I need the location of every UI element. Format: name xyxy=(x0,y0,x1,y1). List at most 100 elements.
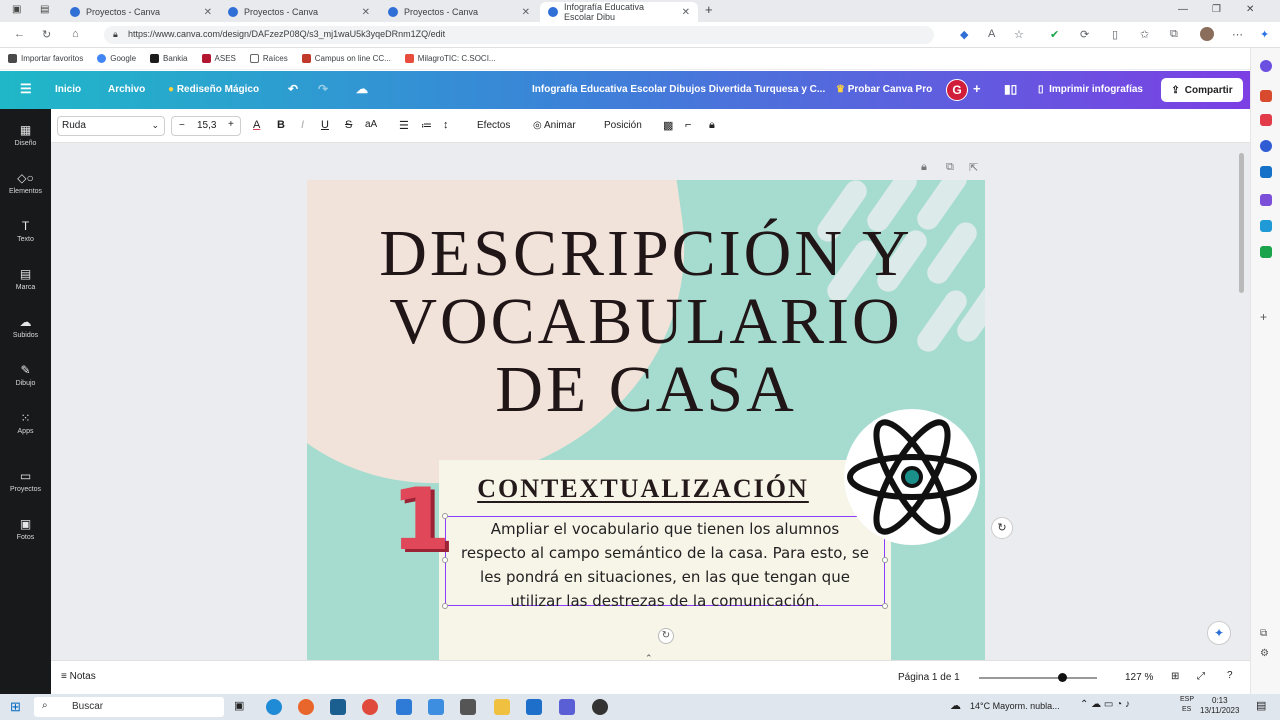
user-avatar[interactable]: G xyxy=(946,79,968,101)
app-icon[interactable] xyxy=(330,699,346,715)
resize-handle[interactable] xyxy=(442,603,448,609)
collapse-pages-icon[interactable]: ⌃ xyxy=(645,653,653,660)
close-tab-icon[interactable]: ✕ xyxy=(522,7,530,18)
url-field[interactable]: 🔒︎ https://www.canva.com/design/DAFzezP0… xyxy=(104,26,934,44)
search-sidebar-icon[interactable] xyxy=(1260,60,1272,72)
chrome-app-icon[interactable] xyxy=(362,699,378,715)
hamburger-menu-icon[interactable]: ☰ xyxy=(20,81,32,97)
maximize-icon[interactable]: ❐ xyxy=(1212,4,1221,15)
add-collaborator-icon[interactable]: + xyxy=(973,81,981,96)
close-tab-icon[interactable]: ✕ xyxy=(682,7,690,18)
font-family-select[interactable]: Ruda ⌄ xyxy=(57,116,165,136)
sidebar-item-apps[interactable]: ⁙ Apps xyxy=(0,411,51,435)
sidebar-item-draw[interactable]: ✎ Dibujo xyxy=(0,363,51,387)
edge-app-icon[interactable] xyxy=(266,699,282,715)
sidebar-item-elements[interactable]: ◇○ Elementos xyxy=(0,171,51,195)
windows-start-icon[interactable]: ⊞ xyxy=(10,699,21,715)
extension-icon[interactable]: ◆ xyxy=(960,28,968,41)
document-title[interactable]: Infografía Educativa Escolar Dibujos Div… xyxy=(532,84,825,95)
duplicate-page-icon[interactable]: ⧉ xyxy=(946,161,954,174)
lock-page-icon[interactable]: 🔒︎ xyxy=(921,161,927,174)
tab-actions-icon[interactable]: ▤ xyxy=(40,4,49,15)
browser-tab-active[interactable]: Infografía Educativa Escolar Dibu ✕ xyxy=(540,2,698,22)
sidebar-item-brand[interactable]: ▤ Marca xyxy=(0,267,51,291)
add-sidebar-icon[interactable]: + xyxy=(1260,310,1267,324)
underline-icon[interactable]: U xyxy=(321,119,329,131)
magic-redesign-button[interactable]: ● Rediseño Mágico xyxy=(168,84,259,95)
clock-date[interactable]: 13/11/2023 xyxy=(1200,706,1239,715)
tools-icon[interactable] xyxy=(1260,114,1272,126)
sidebar-gear-icon[interactable]: ⚙ xyxy=(1260,648,1269,659)
back-icon[interactable]: ← xyxy=(14,28,25,40)
app-icon[interactable] xyxy=(559,699,575,715)
step-number[interactable]: 1 xyxy=(391,470,451,570)
copilot-icon[interactable]: ✦ xyxy=(1260,28,1269,41)
collections-icon[interactable]: ⧉ xyxy=(1170,28,1178,41)
sidebar-item-projects[interactable]: ▭ Proyectos xyxy=(0,469,51,493)
taskbar-search[interactable]: ⌕ Buscar xyxy=(34,697,224,717)
font-size-stepper[interactable]: − 15,3 + xyxy=(171,116,241,136)
tree-icon[interactable] xyxy=(1260,246,1272,258)
notes-button[interactable]: ≡ Notas xyxy=(61,671,96,682)
explorer-app-icon[interactable] xyxy=(494,699,510,715)
browser-tab-1[interactable]: Proyectos - Canva ✕ xyxy=(62,2,220,22)
split-screen-icon[interactable]: ▯ xyxy=(1112,28,1118,41)
tray-icons[interactable]: ⌃ ☁ ▭ ◔ ♪ xyxy=(1080,699,1130,710)
weather-text[interactable]: 14°C Mayorm. nubla... xyxy=(970,701,1060,711)
animate-button[interactable]: ◎ Animar xyxy=(533,120,576,131)
app-icon[interactable] xyxy=(428,699,444,715)
position-button[interactable]: Posición xyxy=(604,120,642,131)
browser-tab-3[interactable]: Proyectos - Canva ✕ xyxy=(380,2,538,22)
effects-button[interactable]: Efectos xyxy=(477,120,510,131)
bookmark-google[interactable]: Google xyxy=(97,54,136,63)
minimize-icon[interactable]: — xyxy=(1178,4,1188,15)
reload-icon[interactable]: ↻ xyxy=(42,28,51,41)
bold-icon[interactable]: B xyxy=(277,119,285,131)
fullscreen-icon[interactable]: ⤢ xyxy=(1197,671,1205,682)
close-tab-icon[interactable]: ✕ xyxy=(204,7,212,18)
bookmark-raices[interactable]: Raíces xyxy=(249,54,288,63)
add-page-icon[interactable]: ⇱ xyxy=(969,161,978,174)
decrease-size-button[interactable]: − xyxy=(179,120,185,131)
design-page[interactable]: DESCRIPCIÓN Y VOCABULARIO DE CASA CONTEX… xyxy=(307,180,985,660)
cloud-saved-icon[interactable]: ☁ xyxy=(356,82,368,96)
notification-icon[interactable]: ▤ xyxy=(1256,699,1266,712)
app-icon[interactable] xyxy=(396,699,412,715)
home-icon[interactable]: ⌂ xyxy=(72,28,79,40)
lock-element-icon[interactable]: 🔒︎ xyxy=(709,119,715,132)
selected-text-box[interactable]: Ampliar el vocabulario que tienen los al… xyxy=(442,513,888,610)
refresh-suggestion-icon[interactable]: ↻ xyxy=(991,517,1013,539)
sidebar-item-photos[interactable]: ▣ Fotos xyxy=(0,517,51,541)
magic-assistant-icon[interactable]: ✦ xyxy=(1207,621,1231,645)
home-link[interactable]: Inicio xyxy=(55,84,81,95)
resize-handle[interactable] xyxy=(882,557,888,563)
transparency-icon[interactable]: ▩ xyxy=(663,119,673,132)
zoom-slider[interactable] xyxy=(979,673,1097,682)
file-menu[interactable]: Archivo xyxy=(108,84,145,95)
try-pro-button[interactable]: ♛ Probar Canva Pro xyxy=(836,84,932,95)
more-options-icon[interactable]: ⋯ xyxy=(1232,28,1243,41)
font-size-input[interactable]: 15,3 xyxy=(197,120,216,131)
close-tab-icon[interactable]: ✕ xyxy=(362,7,370,18)
bookmark-import[interactable]: Importar favoritos xyxy=(8,54,83,63)
check-extension-icon[interactable]: ✔ xyxy=(1050,28,1059,41)
favorite-star-icon[interactable]: ☆ xyxy=(1014,28,1024,41)
vertical-scrollbar[interactable] xyxy=(1239,153,1244,293)
card-heading[interactable]: CONTEXTUALIZACIÓN xyxy=(439,474,847,504)
outlook-icon[interactable] xyxy=(1260,166,1272,178)
align-center-icon[interactable]: ☰ xyxy=(399,119,409,132)
bookmark-ases[interactable]: ASES xyxy=(201,54,236,63)
settings-app-icon[interactable] xyxy=(460,699,476,715)
sidebar-item-text[interactable]: T Texto xyxy=(0,219,51,243)
sidebar-item-uploads[interactable]: ☁ Subidos xyxy=(0,315,51,339)
profile-avatar[interactable] xyxy=(1200,27,1214,41)
browser-menu-icon[interactable]: ▣ xyxy=(12,4,21,15)
design-title[interactable]: DESCRIPCIÓN Y VOCABULARIO DE CASA xyxy=(307,220,985,424)
favorites-icon[interactable]: ✩ xyxy=(1140,28,1149,41)
resize-handle[interactable] xyxy=(882,603,888,609)
page-indicator[interactable]: Página 1 de 1 xyxy=(898,672,960,683)
share-button[interactable]: ⇪ Compartir xyxy=(1161,78,1243,102)
office-icon[interactable] xyxy=(1260,194,1272,206)
list-icon[interactable]: ≔ xyxy=(421,119,432,132)
atom-sticker-icon[interactable] xyxy=(837,402,985,552)
